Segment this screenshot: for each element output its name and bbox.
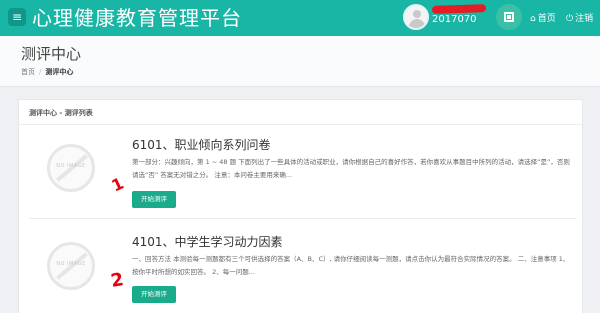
page-header: 测评中心 首页 / 测评中心 xyxy=(0,36,600,87)
logout-label: 注销 xyxy=(575,14,594,24)
logout-link[interactable]: ⏻ 注销 xyxy=(566,11,593,24)
home-link[interactable]: ⌂ 首页 xyxy=(530,11,556,24)
breadcrumb-current: 测评中心 xyxy=(45,68,74,76)
assessment-title[interactable]: 4101、中学生学习动力因素 xyxy=(132,233,283,250)
divider xyxy=(29,218,577,219)
breadcrumb-home[interactable]: 首页 xyxy=(21,68,35,76)
breadcrumb: 首页 / 测评中心 xyxy=(21,67,73,77)
start-assessment-button[interactable]: 开始测评 xyxy=(132,286,176,303)
redaction-mark xyxy=(431,4,487,14)
avatar[interactable] xyxy=(403,4,429,30)
assessment-description: 第一部分：兴趣倾向，第 1 ~ 48 题 下面列出了一些具体的活动或职业，请你根… xyxy=(132,158,570,179)
panel-heading: 测评中心 - 测评列表 xyxy=(19,100,582,125)
top-navigation-bar: ≡ 心理健康教育管理平台 2017070 ⌂ 首页 ⏻ 注销 xyxy=(0,0,600,36)
power-icon: ⏻ xyxy=(566,14,574,24)
assessment-title[interactable]: 6101、职业倾向系列问卷 xyxy=(132,136,271,153)
home-label: 首页 xyxy=(537,14,556,24)
hamburger-icon[interactable]: ≡ xyxy=(8,8,26,26)
breadcrumb-separator: / xyxy=(39,68,42,76)
page-title: 测评中心 xyxy=(21,45,82,63)
panel-title: 测评中心 - 测评列表 xyxy=(29,109,93,117)
start-assessment-button[interactable]: 开始测评 xyxy=(132,191,176,208)
app-title: 心理健康教育管理平台 xyxy=(32,6,242,30)
assessment-description: 一、回答方法 本测验每一测题都有三个可供选择的答案（A、B、C）, 请你仔细阅读… xyxy=(132,255,570,276)
assessment-list-panel: 测评中心 - 测评列表 NO IMAGE 6101、职业倾向系列问卷 第一部分：… xyxy=(18,99,583,313)
qr-code-icon[interactable] xyxy=(496,4,522,30)
no-image-thumbnail: NO IMAGE xyxy=(47,242,95,290)
username[interactable]: 2017070 xyxy=(432,14,477,25)
no-image-thumbnail: NO IMAGE xyxy=(47,144,95,192)
home-icon: ⌂ xyxy=(530,14,536,24)
